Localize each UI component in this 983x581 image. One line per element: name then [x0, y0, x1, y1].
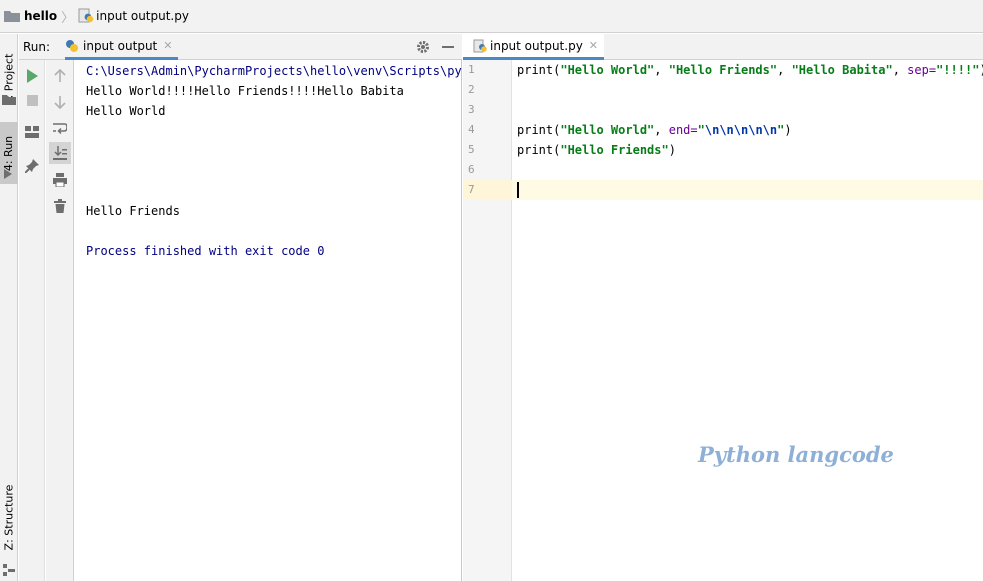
code-escape-sequence: \n\n\n\n\n	[704, 123, 778, 137]
arrow-down-icon[interactable]	[50, 92, 70, 112]
line-number: 1	[468, 63, 475, 76]
code-editor: input output.py ✕ 1 2 3 4 5 6 7 print("H…	[463, 34, 983, 581]
trash-icon[interactable]	[50, 196, 70, 216]
code-token: ,	[777, 63, 792, 77]
structure-icon	[3, 564, 15, 579]
close-icon[interactable]: ✕	[163, 39, 172, 52]
code-token: ,	[654, 123, 669, 137]
editor-tab-file[interactable]: input output.py ✕	[463, 34, 605, 60]
python-file-icon	[473, 39, 487, 53]
console-output[interactable]: C:\Users\Admin\PycharmProjects\hello\ven…	[86, 60, 462, 581]
python-file-icon	[78, 8, 94, 24]
folder-icon	[4, 10, 20, 22]
code-string: "Hello World"	[560, 63, 655, 77]
watermark-text: Python langcode	[698, 442, 894, 467]
code-string: "	[697, 123, 705, 137]
line-number: 7	[468, 183, 475, 196]
run-header: Run: input output ✕	[19, 34, 462, 60]
left-tool-strip: 1: Project 4: Run Z: Structure	[0, 34, 18, 581]
breadcrumb-project-label: hello	[24, 9, 58, 23]
folder-icon	[2, 94, 16, 108]
gear-icon[interactable]	[414, 38, 432, 56]
code-token: print(	[517, 123, 561, 137]
soft-wrap-icon[interactable]	[50, 118, 70, 138]
console-line-path: C:\Users\Admin\PycharmProjects\hello\ven…	[86, 64, 462, 78]
line-number: 4	[468, 123, 475, 136]
current-line-highlight	[512, 180, 983, 200]
code-string: "Hello Friends"	[560, 143, 669, 157]
print-icon[interactable]	[50, 170, 70, 190]
code-token: )	[784, 123, 792, 137]
line-number: 2	[468, 83, 475, 96]
scroll-to-end-icon[interactable]	[49, 142, 71, 164]
run-config-tab-label: input output	[83, 38, 158, 53]
code-string: "Hello World"	[560, 123, 655, 137]
line-number: 6	[468, 163, 475, 176]
code-string: "Hello Friends"	[668, 63, 778, 77]
editor-tab-bar: input output.py ✕	[463, 34, 983, 60]
rerun-icon[interactable]	[22, 66, 42, 86]
breadcrumb-separator-icon: 〉	[61, 10, 75, 26]
run-config-tab[interactable]: input output ✕	[65, 34, 179, 60]
code-token: ,	[654, 63, 669, 77]
tool-tab-run-label: 4: Run	[2, 135, 16, 171]
stop-icon[interactable]	[22, 90, 42, 110]
console-line-output: Hello Friends	[86, 204, 180, 218]
run-label: Run:	[23, 40, 51, 54]
line-number: 3	[468, 103, 475, 116]
console-line-output: Hello World!!!!Hello Friends!!!!Hello Ba…	[86, 84, 404, 98]
navigation-bar: hello 〉 input output.py	[0, 0, 983, 33]
code-line-5[interactable]: print("Hello Friends")	[517, 140, 676, 160]
run-toolbar-secondary	[46, 60, 74, 581]
code-line-4[interactable]: print("Hello World", end="\n\n\n\n\n")	[517, 120, 792, 140]
breadcrumb-file[interactable]: input output.py	[78, 0, 189, 33]
code-token: )	[979, 63, 983, 77]
pin-icon[interactable]	[22, 156, 42, 176]
code-token: print(	[517, 143, 561, 157]
console-line-exit: Process finished with exit code 0	[86, 244, 325, 258]
tool-tab-structure[interactable]: Z: Structure	[0, 474, 18, 560]
run-toolbar-primary	[19, 60, 45, 581]
code-string: "Hello Babita"	[791, 63, 893, 77]
code-keyword-arg: end=	[668, 123, 698, 137]
text-caret	[517, 182, 519, 198]
close-icon[interactable]: ✕	[589, 39, 598, 52]
code-keyword-arg: sep=	[907, 63, 937, 77]
run-tool-window: Run: input output ✕ C:\Users\Admin\Pycha…	[19, 34, 462, 581]
console-line-output: Hello World	[86, 104, 166, 118]
tool-tab-structure-label: Z: Structure	[2, 484, 16, 550]
line-number: 5	[468, 143, 475, 156]
code-token: print(	[517, 63, 561, 77]
code-token: )	[668, 143, 676, 157]
layout-icon[interactable]	[22, 122, 42, 142]
breadcrumb-project[interactable]: hello	[4, 0, 57, 33]
code-token: ,	[892, 63, 908, 77]
python-icon	[65, 39, 79, 53]
code-string: "!!!!"	[936, 63, 980, 77]
code-line-1[interactable]: print("Hello World", "Hello Friends", "H…	[517, 60, 983, 80]
minimize-icon[interactable]	[439, 38, 457, 56]
run-triangle-icon	[4, 168, 12, 182]
editor-tab-label: input output.py	[490, 38, 583, 53]
arrow-up-icon[interactable]	[50, 66, 70, 86]
breadcrumb-file-label: input output.py	[96, 9, 189, 23]
